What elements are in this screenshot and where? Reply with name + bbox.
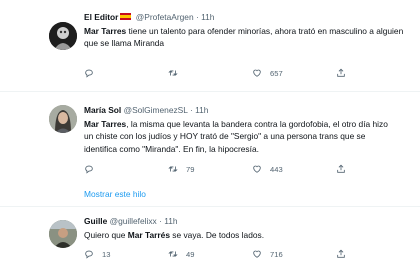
retweet-icon [168, 251, 178, 257]
reply-button[interactable] [84, 164, 102, 174]
like-count: 716 [270, 249, 283, 259]
like-button[interactable]: 657 [252, 68, 283, 78]
timestamp[interactable]: 11h [201, 12, 214, 22]
timestamp[interactable]: 11h [164, 216, 177, 226]
separator-dot: · [189, 105, 193, 115]
tweet[interactable]: María Sol @SolGimenezSL · 11h Mar Tarres… [0, 92, 420, 182]
share-icon [337, 164, 345, 173]
share-button[interactable] [336, 249, 354, 259]
retweet-icon [168, 70, 178, 76]
heart-icon [253, 69, 261, 77]
reply-count: 13 [102, 249, 111, 259]
avatar[interactable] [49, 220, 77, 248]
retweet-count: 79 [186, 164, 195, 174]
retweet-icon [168, 166, 178, 172]
handle[interactable]: @guillefelixx [110, 216, 157, 226]
like-count: 657 [270, 68, 283, 78]
tweet-text-content: se vaya. De todos lados. [169, 230, 265, 240]
tweet-text: Mar Tarres, la misma que levanta la band… [84, 118, 389, 155]
mention[interactable]: Mar Tarres [84, 26, 126, 36]
reply-button[interactable] [84, 68, 102, 78]
share-icon [337, 249, 345, 258]
tweet[interactable]: Guille @guillefelixx · 11h Quiero que Ma… [0, 207, 420, 280]
tweet-text: Mar Tarres tiene un talento para ofender… [84, 25, 404, 50]
mention[interactable]: Mar Tarres [84, 119, 126, 129]
tweet-text-content: tiene un talento para ofender minorías, … [84, 26, 404, 49]
like-button[interactable]: 716 [252, 249, 283, 259]
tweet-text: Quiero que Mar Tarrés se vaya. De todos … [84, 229, 404, 241]
like-count: 443 [270, 164, 283, 174]
separator-dot: · [159, 216, 162, 226]
display-name[interactable]: El Editor [84, 12, 118, 22]
separator-dot: · [195, 12, 199, 22]
timestamp[interactable]: 11h [195, 105, 208, 115]
share-button[interactable] [336, 68, 354, 78]
retweet-button[interactable]: 79 [168, 164, 194, 174]
tweet-text-content: , la misma que levanta la bandera contra… [84, 119, 388, 154]
spain-flag-icon [120, 13, 132, 20]
tweet-text-prefix: Quiero que [84, 230, 128, 240]
share-button[interactable] [336, 164, 354, 174]
handle[interactable]: @SolGimenezSL [124, 105, 188, 115]
display-name[interactable]: Guille [84, 216, 107, 226]
reply-icon [85, 250, 93, 259]
display-name[interactable]: María Sol [84, 105, 121, 115]
mention[interactable]: Mar Tarrés [128, 230, 170, 240]
tweet-header: El Editor @ProfetaArgen · 11h [84, 12, 214, 22]
share-icon [337, 68, 345, 77]
retweet-count: 49 [186, 249, 195, 259]
retweet-button[interactable] [168, 68, 186, 78]
reply-icon [85, 69, 93, 78]
tweet[interactable]: El Editor @ProfetaArgen · 11h Mar Tarres… [0, 0, 420, 90]
reply-icon [85, 165, 93, 174]
heart-icon [253, 165, 261, 173]
tweet-header: María Sol @SolGimenezSL · 11h [84, 105, 208, 115]
handle[interactable]: @ProfetaArgen [136, 12, 194, 22]
show-thread-link[interactable]: Mostrar este hilo [84, 189, 146, 199]
like-button[interactable]: 443 [252, 164, 283, 174]
tweet-header: Guille @guillefelixx · 11h [84, 216, 178, 226]
heart-icon [253, 250, 261, 258]
retweet-button[interactable]: 49 [168, 249, 194, 259]
reply-button[interactable]: 13 [84, 249, 110, 259]
avatar[interactable] [49, 105, 77, 133]
avatar[interactable] [49, 22, 77, 50]
